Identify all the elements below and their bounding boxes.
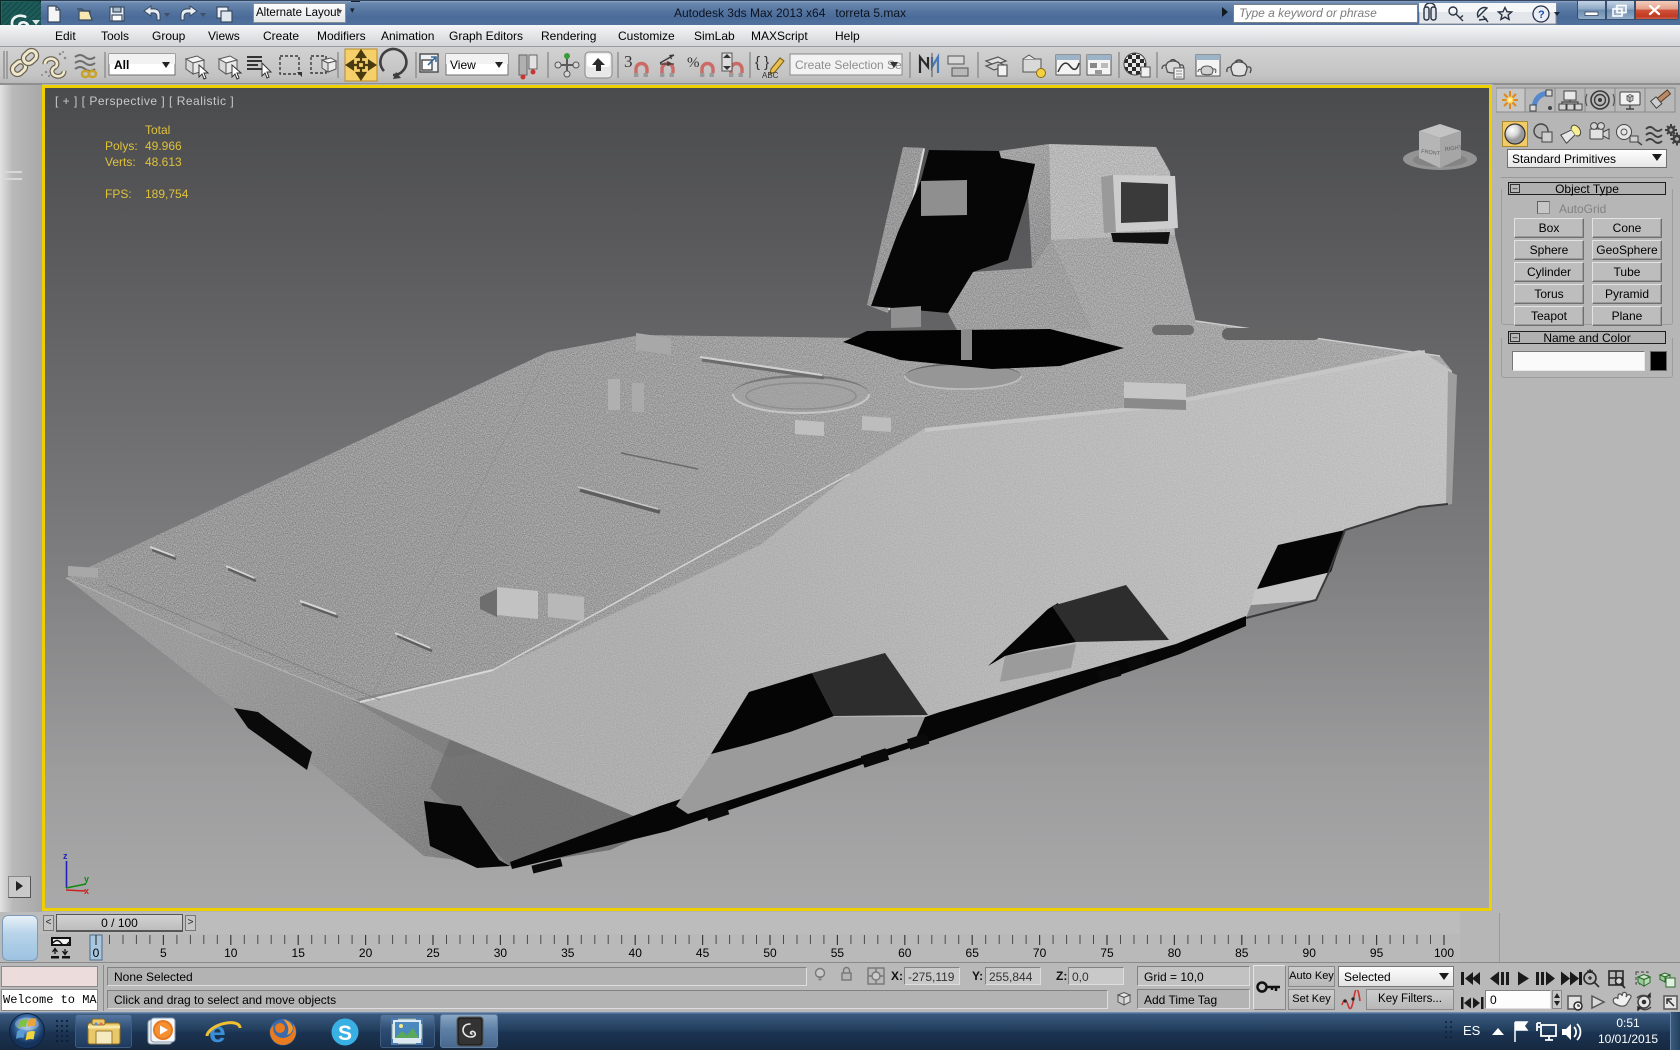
svg-text:20: 20 [359, 946, 373, 960]
svg-text:{ }: { } [755, 54, 769, 71]
svg-text:60: 60 [898, 946, 912, 960]
svg-text:%: % [687, 55, 700, 71]
svg-text:95: 95 [1370, 946, 1384, 960]
svg-text:5: 5 [160, 946, 167, 960]
svg-text:z: z [63, 851, 68, 861]
svg-text:90: 90 [1303, 946, 1317, 960]
svg-text:75: 75 [1100, 946, 1114, 960]
svg-text:ABC: ABC [762, 71, 779, 80]
svg-text:85: 85 [1235, 946, 1249, 960]
svg-text:50: 50 [763, 946, 777, 960]
svg-text:All: All [114, 58, 129, 72]
svg-text:View: View [450, 58, 476, 72]
svg-text:35: 35 [561, 946, 575, 960]
svg-text:e: e [209, 1016, 226, 1049]
svg-text:40: 40 [629, 946, 643, 960]
svg-text:55: 55 [831, 946, 845, 960]
svg-text:80: 80 [1168, 946, 1182, 960]
svg-text:Create Selection Se: Create Selection Se [795, 58, 902, 72]
svg-text:100: 100 [1434, 946, 1454, 960]
svg-text:30: 30 [494, 946, 508, 960]
svg-text:45: 45 [696, 946, 710, 960]
svg-text:S: S [338, 1022, 352, 1045]
svg-text:25: 25 [426, 946, 440, 960]
svg-text:?: ? [1538, 9, 1545, 21]
svg-text:x: x [84, 886, 89, 896]
svg-text:10: 10 [224, 946, 238, 960]
svg-text:3: 3 [624, 52, 633, 71]
svg-text:y: y [84, 874, 89, 884]
svg-text:15: 15 [292, 946, 306, 960]
svg-text:65: 65 [966, 946, 980, 960]
svg-text:70: 70 [1033, 946, 1047, 960]
svg-text:0: 0 [93, 946, 100, 960]
